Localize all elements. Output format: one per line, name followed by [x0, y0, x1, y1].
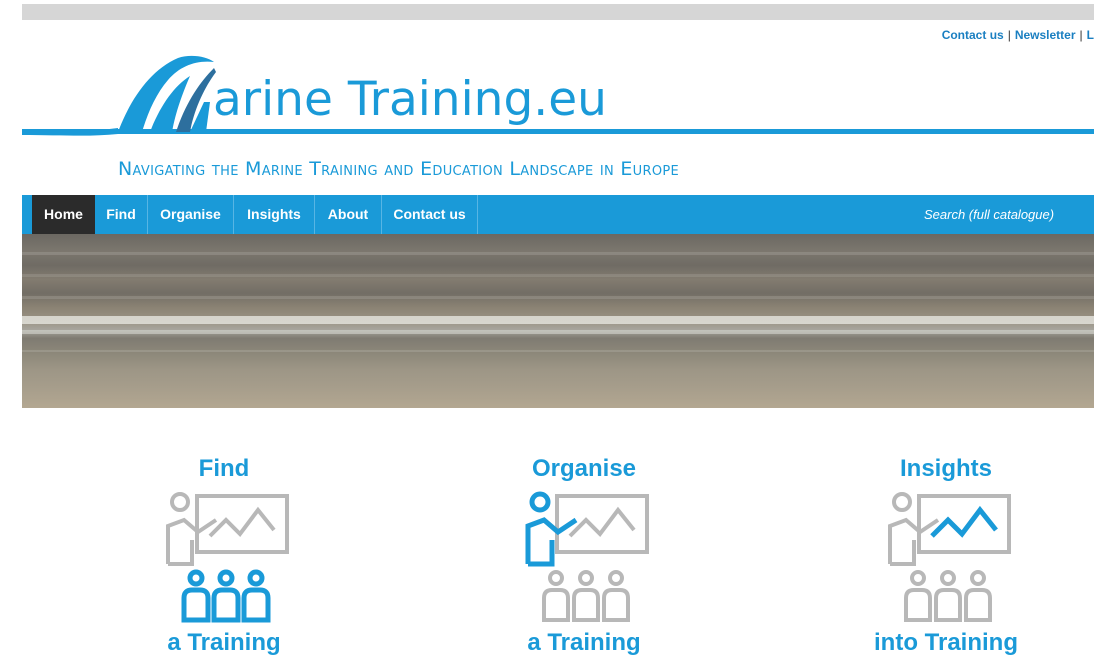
- separator: |: [1079, 28, 1083, 42]
- feature-organise[interactable]: Organise a Training: [454, 452, 714, 659]
- main-nav: Home Find Organise Insights About Contac…: [22, 195, 1094, 234]
- contact-us-link[interactable]: Contact us: [942, 28, 1004, 42]
- nav-insights[interactable]: Insights: [234, 195, 315, 234]
- separator: |: [1007, 28, 1011, 42]
- logo-text[interactable]: arine Training.eu: [213, 76, 607, 123]
- feature-subtitle[interactable]: a Training: [454, 626, 714, 659]
- nav-about[interactable]: About: [315, 195, 382, 234]
- feature-insights[interactable]: Insights into Training: [816, 452, 1076, 659]
- tagline: Navigating the Marine Training and Educa…: [118, 158, 680, 180]
- hero-beach-image: [22, 234, 1094, 408]
- feature-find[interactable]: Find a Training: [94, 452, 354, 659]
- nav-find[interactable]: Find: [95, 195, 148, 234]
- feature-title[interactable]: Insights: [816, 452, 1076, 486]
- nav-home[interactable]: Home: [32, 195, 95, 234]
- training-audience-icon[interactable]: [94, 486, 354, 626]
- training-chart-icon[interactable]: [816, 486, 1076, 626]
- nav-organise[interactable]: Organise: [148, 195, 234, 234]
- feature-subtitle[interactable]: a Training: [94, 626, 354, 659]
- login-link[interactable]: L: [1087, 28, 1094, 42]
- page: Contact us | Newsletter | L arine Training.e…: [0, 0, 1094, 659]
- feature-subtitle[interactable]: into Training: [816, 626, 1076, 659]
- training-presenter-icon[interactable]: [454, 486, 714, 626]
- nav-contact-us[interactable]: Contact us: [382, 195, 478, 234]
- browser-top-strip: [22, 4, 1094, 20]
- search-input[interactable]: Search (full catalogue): [924, 195, 1094, 234]
- utility-links: Contact us | Newsletter | L: [942, 28, 1094, 42]
- newsletter-link[interactable]: Newsletter: [1015, 28, 1076, 42]
- feature-title[interactable]: Organise: [454, 452, 714, 486]
- feature-title[interactable]: Find: [94, 452, 354, 486]
